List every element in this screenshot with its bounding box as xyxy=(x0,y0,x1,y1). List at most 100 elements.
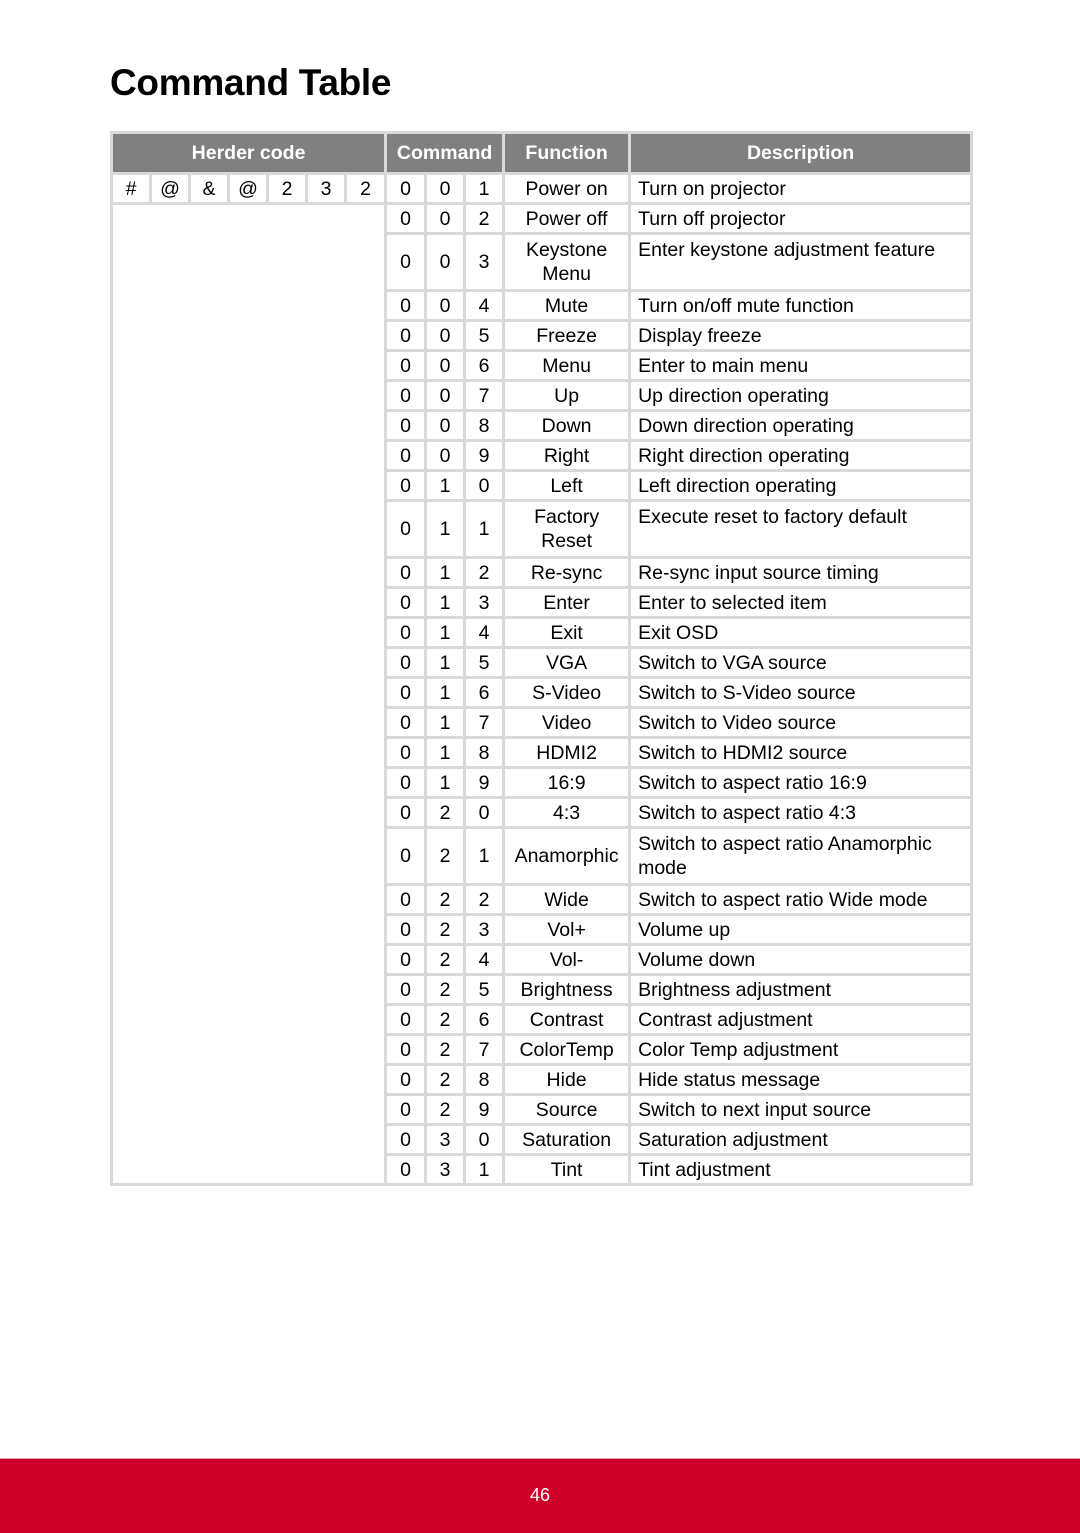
function-cell: Video xyxy=(502,706,632,739)
function-cell: Left xyxy=(502,469,632,502)
command-digit-cell: 0 xyxy=(384,586,428,619)
command-digit-cell: 0 xyxy=(384,232,428,292)
command-digit-cell: 0 xyxy=(424,202,467,235)
description-cell: Right direction operating xyxy=(628,439,974,472)
command-digit-cell: 2 xyxy=(424,1003,467,1036)
command-digit-cell: 8 xyxy=(463,409,506,442)
function-cell: Up xyxy=(502,379,632,412)
description-cell: Tint adjustment xyxy=(628,1153,974,1186)
description-cell: Switch to Video source xyxy=(628,706,974,739)
command-digit-cell: 0 xyxy=(384,1063,428,1096)
command-digit-cell: 0 xyxy=(384,289,428,322)
table-row: 0 0 2 Power off Turn off projector xyxy=(109,202,974,1186)
description-cell: Color Temp adjustment xyxy=(628,1033,974,1066)
description-cell: Enter to selected item xyxy=(628,586,974,619)
command-digit-cell: 2 xyxy=(424,913,467,946)
command-digit-cell: 0 xyxy=(384,883,428,916)
command-digit-cell: 2 xyxy=(424,1063,467,1096)
command-digit-cell: 4 xyxy=(463,943,506,976)
command-digit-cell: 0 xyxy=(384,499,428,559)
description-cell: Display freeze xyxy=(628,319,974,352)
command-digit-cell: 0 xyxy=(384,349,428,382)
header-code-cell: 2 xyxy=(266,172,308,205)
function-cell: Right xyxy=(502,439,632,472)
function-cell: Brightness xyxy=(502,973,632,1006)
page-number: 46 xyxy=(529,1485,551,1505)
command-digit-cell: 3 xyxy=(424,1153,467,1186)
command-digit-cell: 0 xyxy=(384,826,428,886)
command-digit-cell: 0 xyxy=(463,469,506,502)
command-digit-cell: 0 xyxy=(384,172,428,205)
command-digit-cell: 0 xyxy=(424,349,467,382)
command-digit-cell: 8 xyxy=(463,736,506,769)
function-cell: HDMI2 xyxy=(502,736,632,769)
command-digit-cell: 0 xyxy=(384,409,428,442)
function-cell: VGA xyxy=(502,646,632,679)
description-cell: Switch to aspect ratio Anamorphic mode xyxy=(628,826,974,886)
command-digit-cell: 1 xyxy=(463,172,506,205)
description-cell: Exit OSD xyxy=(628,616,974,649)
command-digit-cell: 0 xyxy=(384,646,428,679)
command-digit-cell: 0 xyxy=(384,1123,428,1156)
command-digit-cell: 0 xyxy=(463,796,506,829)
command-digit-cell: 1 xyxy=(463,1153,506,1186)
command-digit-cell: 1 xyxy=(424,616,467,649)
command-digit-cell: 0 xyxy=(384,319,428,352)
function-cell: 4:3 xyxy=(502,796,632,829)
description-column-header: Description xyxy=(628,131,974,175)
description-cell: Volume down xyxy=(628,943,974,976)
command-digit-cell: 3 xyxy=(463,586,506,619)
command-digit-cell: 0 xyxy=(384,556,428,589)
header-code-cell: # xyxy=(110,172,152,205)
description-cell: Turn off projector xyxy=(628,202,974,235)
command-digit-cell: 0 xyxy=(424,439,467,472)
command-digit-cell: 7 xyxy=(463,1033,506,1066)
command-digit-cell: 0 xyxy=(384,706,428,739)
command-digit-cell: 0 xyxy=(384,1033,428,1066)
description-cell: Hide status message xyxy=(628,1063,974,1096)
description-cell: Switch to HDMI2 source xyxy=(628,736,974,769)
command-digit-cell: 6 xyxy=(463,349,506,382)
function-cell: Hide xyxy=(502,1063,632,1096)
command-digit-cell: 2 xyxy=(424,826,467,886)
function-cell: 16:9 xyxy=(502,766,632,799)
command-digit-cell: 0 xyxy=(384,796,428,829)
command-digit-cell: 0 xyxy=(424,409,467,442)
header-code-column-header: Herder code xyxy=(109,131,388,175)
function-cell: Freeze xyxy=(502,319,632,352)
command-digit-cell: 2 xyxy=(424,796,467,829)
command-digit-cell: 2 xyxy=(424,943,467,976)
command-digit-cell: 0 xyxy=(424,319,467,352)
command-column-header: Command xyxy=(384,131,506,175)
description-cell: Up direction operating xyxy=(628,379,974,412)
description-cell: Switch to aspect ratio 16:9 xyxy=(628,766,974,799)
header-code-cell: @ xyxy=(149,172,191,205)
command-digit-cell: 1 xyxy=(424,706,467,739)
description-cell: Execute reset to factory default xyxy=(628,499,974,559)
command-digit-cell: 1 xyxy=(424,676,467,709)
command-digit-cell: 9 xyxy=(463,766,506,799)
command-digit-cell: 2 xyxy=(463,202,506,235)
function-cell: Factory Reset xyxy=(502,499,632,559)
command-digit-cell: 9 xyxy=(463,1093,506,1126)
command-digit-cell: 0 xyxy=(424,379,467,412)
command-digit-cell: 0 xyxy=(384,379,428,412)
command-digit-cell: 0 xyxy=(384,913,428,946)
function-cell: Down xyxy=(502,409,632,442)
function-cell: Re-sync xyxy=(502,556,632,589)
command-digit-cell: 3 xyxy=(424,1123,467,1156)
command-digit-cell: 0 xyxy=(384,973,428,1006)
header-code-cell: @ xyxy=(227,172,269,205)
command-digit-cell: 0 xyxy=(424,289,467,322)
command-digit-cell: 0 xyxy=(384,439,428,472)
command-digit-cell: 5 xyxy=(463,973,506,1006)
command-digit-cell: 3 xyxy=(463,913,506,946)
page-title: Command Table xyxy=(110,62,392,103)
command-digit-cell: 0 xyxy=(384,1153,428,1186)
command-digit-cell: 1 xyxy=(424,646,467,679)
header-code-cell: 3 xyxy=(305,172,347,205)
header-code-blank-cell xyxy=(109,202,388,1186)
function-cell: Tint xyxy=(502,1153,632,1186)
table-row: # @ & @2 3 2 0 0 1 Power on Turn on projector xyxy=(110,172,974,205)
description-cell: Switch to aspect ratio 4:3 xyxy=(628,796,974,829)
